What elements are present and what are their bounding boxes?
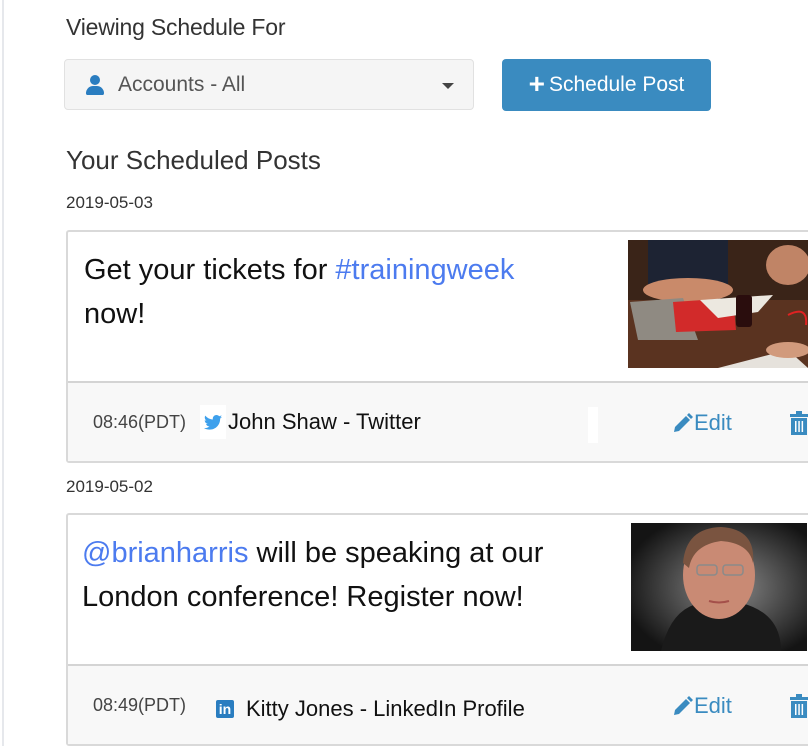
post-body: @brianharris will be speaking at our Lon… — [68, 515, 808, 666]
scheduled-post-card: @brianharris will be speaking at our Lon… — [66, 513, 808, 746]
hashtag-link[interactable]: #trainingweek — [335, 254, 514, 286]
post-account-name: John Shaw - Twitter — [228, 409, 421, 434]
pencil-icon — [674, 413, 693, 432]
scheduled-posts-title: Your Scheduled Posts — [66, 145, 321, 175]
schedule-post-button[interactable]: + Schedule Post — [502, 59, 711, 111]
post-image-man-portrait — [631, 523, 807, 651]
viewing-schedule-label: Viewing Schedule For — [66, 14, 286, 40]
left-border — [2, 0, 4, 746]
twitter-icon — [200, 405, 226, 439]
post-body: Get your tickets for #trainingweek now! — [68, 232, 808, 383]
accounts-select-value: Accounts - All — [118, 72, 246, 96]
post-time: 08:49(PDT) — [93, 695, 187, 715]
user-icon — [85, 74, 105, 96]
edit-post-button[interactable]: Edit — [672, 410, 732, 436]
caret-down-icon — [442, 83, 454, 89]
spacer — [588, 407, 598, 443]
post-account: John Shaw - Twitter — [200, 405, 421, 439]
post-time: 08:46(PDT) — [93, 412, 187, 432]
delete-post-button[interactable] — [790, 694, 808, 723]
edit-label: Edit — [694, 410, 732, 435]
edit-label: Edit — [694, 693, 732, 718]
trash-icon — [790, 694, 808, 718]
post-date: 2019-05-03 — [66, 193, 153, 212]
plus-icon: + — [528, 68, 545, 99]
post-footer: 08:46(PDT) John Shaw - Twitter Edit — [68, 383, 808, 461]
accounts-select[interactable]: Accounts - All — [64, 59, 474, 110]
post-account-name: Kitty Jones - LinkedIn Profile — [246, 696, 525, 721]
post-account: in Kitty Jones - LinkedIn Profile — [216, 696, 525, 722]
post-date: 2019-05-02 — [66, 477, 153, 496]
pencil-icon — [674, 696, 693, 715]
post-text: Get your tickets for #trainingweek now! — [84, 254, 515, 330]
delete-post-button[interactable] — [790, 411, 808, 440]
scheduled-post-card: Get your tickets for #trainingweek now! … — [66, 230, 808, 463]
linkedin-icon: in — [216, 700, 234, 718]
mention-link[interactable]: @brianharris — [82, 537, 248, 569]
post-image-people-at-table — [628, 240, 808, 368]
edit-post-button[interactable]: Edit — [672, 693, 732, 719]
post-text: @brianharris will be speaking at our Lon… — [82, 537, 544, 613]
schedule-post-label: Schedule Post — [548, 73, 685, 96]
trash-icon — [790, 411, 808, 435]
post-footer: 08:49(PDT) in Kitty Jones - LinkedIn Pro… — [68, 666, 808, 744]
